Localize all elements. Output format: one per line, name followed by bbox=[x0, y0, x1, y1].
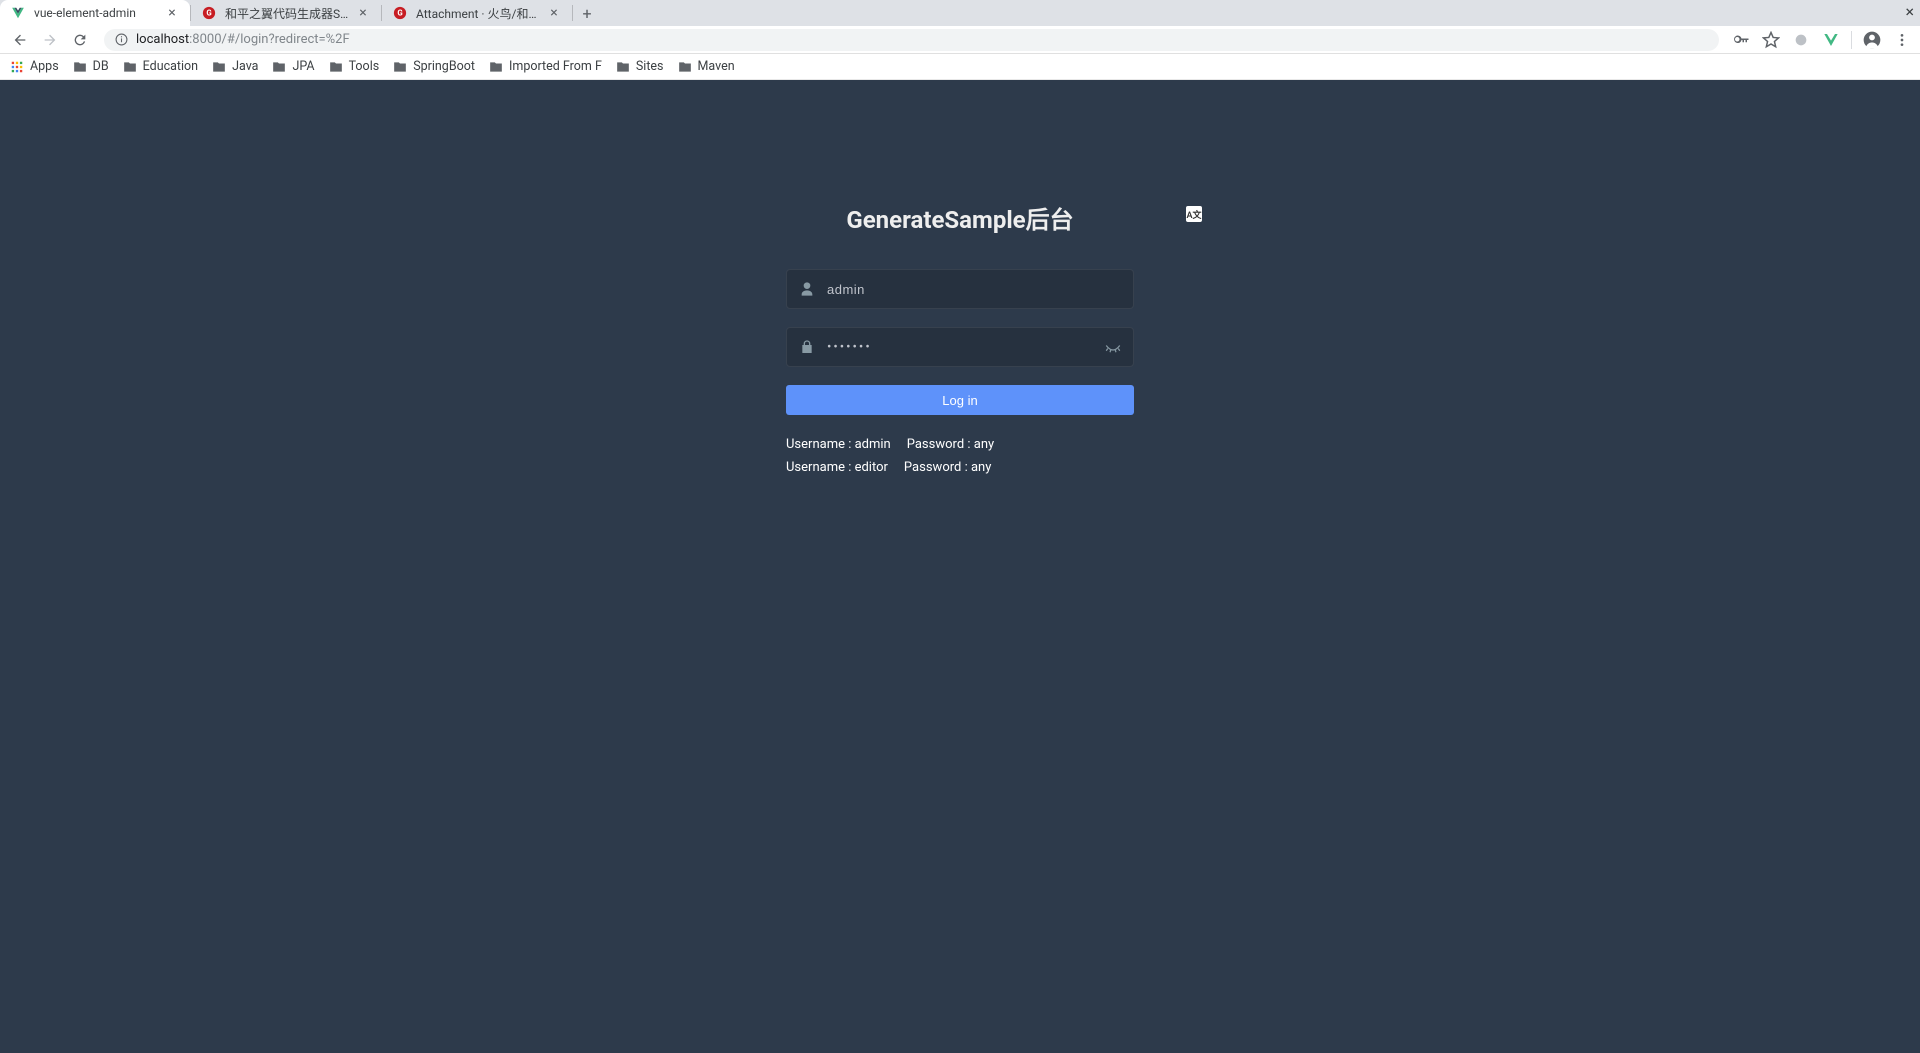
bookmark-folder-springboot[interactable]: SpringBoot bbox=[393, 59, 475, 74]
folder-icon bbox=[489, 60, 503, 74]
bookmark-label: Tools bbox=[349, 59, 380, 74]
bookmark-label: JPA bbox=[292, 59, 314, 74]
bookmark-label: Apps bbox=[30, 59, 59, 74]
folder-icon bbox=[678, 60, 692, 74]
bookmark-label: Imported From F bbox=[509, 59, 602, 74]
toolbar-separator bbox=[1851, 31, 1852, 49]
reload-button[interactable] bbox=[68, 28, 92, 52]
login-hints: Username : admin Password : any Username… bbox=[786, 437, 1134, 475]
url-path: :8000/#/login?redirect=%2F bbox=[189, 32, 350, 47]
page-content: GenerateSample后台 A文 ••••••• Log in Usern… bbox=[0, 80, 1920, 1053]
browser-toolbar: localhost:8000/#/login?redirect=%2F bbox=[0, 26, 1920, 54]
svg-text:G: G bbox=[206, 9, 211, 18]
tab-close-icon[interactable]: × bbox=[355, 5, 371, 21]
lock-icon bbox=[787, 339, 827, 355]
address-bar[interactable]: localhost:8000/#/login?redirect=%2F bbox=[104, 29, 1719, 51]
password-input[interactable]: ••••••• bbox=[827, 340, 1133, 355]
hint-username: Username : editor bbox=[786, 460, 888, 475]
username-field-wrapper bbox=[786, 269, 1134, 309]
g-favicon: G bbox=[392, 5, 408, 21]
hint-password: Password : any bbox=[907, 437, 994, 452]
browser-tab[interactable]: G 和平之翼代码生成器SMEU × bbox=[191, 0, 381, 26]
svg-text:G: G bbox=[397, 9, 402, 18]
vue-devtools-icon[interactable] bbox=[1821, 30, 1841, 50]
bookmark-folder-maven[interactable]: Maven bbox=[678, 59, 735, 74]
bookmark-apps[interactable]: Apps bbox=[10, 59, 59, 74]
language-switch-badge[interactable]: A文 bbox=[1186, 206, 1202, 222]
login-button[interactable]: Log in bbox=[786, 385, 1134, 415]
hint-password: Password : any bbox=[904, 460, 991, 475]
browser-tab[interactable]: G Attachment · 火鸟/和平之 × bbox=[382, 0, 572, 26]
bookmark-folder-jpa[interactable]: JPA bbox=[272, 59, 314, 74]
bookmark-folder-db[interactable]: DB bbox=[73, 59, 109, 74]
tab-title: 和平之翼代码生成器SMEU bbox=[225, 5, 351, 22]
forward-button[interactable] bbox=[38, 28, 62, 52]
bookmark-label: Education bbox=[143, 59, 198, 74]
key-icon[interactable] bbox=[1731, 30, 1751, 50]
bookmark-folder-java[interactable]: Java bbox=[212, 59, 258, 74]
menu-dots-icon[interactable] bbox=[1892, 30, 1912, 50]
bookmark-label: Sites bbox=[636, 59, 664, 74]
vue-favicon bbox=[10, 5, 26, 21]
bookmark-label: Java bbox=[232, 59, 258, 74]
toolbar-actions bbox=[1731, 30, 1912, 50]
eye-closed-icon[interactable] bbox=[1103, 337, 1123, 357]
bookmark-label: Maven bbox=[698, 59, 735, 74]
bookmark-star-icon[interactable] bbox=[1761, 30, 1781, 50]
tab-close-icon[interactable]: × bbox=[546, 5, 562, 21]
folder-icon bbox=[393, 60, 407, 74]
folder-icon bbox=[616, 60, 630, 74]
username-input[interactable] bbox=[827, 282, 1133, 297]
password-field-wrapper: ••••••• bbox=[786, 327, 1134, 367]
bookmarks-bar: Apps DB Education Java JPA Tools SpringB… bbox=[0, 54, 1920, 80]
folder-icon bbox=[73, 60, 87, 74]
folder-icon bbox=[272, 60, 286, 74]
folder-icon bbox=[329, 60, 343, 74]
login-title: GenerateSample后台 bbox=[786, 200, 1134, 235]
browser-tab-strip: vue-element-admin × G 和平之翼代码生成器SMEU × G … bbox=[0, 0, 1920, 26]
bookmark-folder-sites[interactable]: Sites bbox=[616, 59, 664, 74]
folder-icon bbox=[123, 60, 137, 74]
hint-row: Username : editor Password : any bbox=[786, 460, 1134, 475]
user-icon bbox=[787, 281, 827, 297]
tab-close-icon[interactable]: × bbox=[164, 5, 180, 21]
profile-avatar-icon[interactable] bbox=[1862, 30, 1882, 50]
login-form: GenerateSample后台 A文 ••••••• Log in Usern… bbox=[786, 80, 1134, 475]
new-tab-button[interactable]: + bbox=[573, 0, 601, 26]
apps-grid-icon bbox=[10, 60, 24, 74]
hint-username: Username : admin bbox=[786, 437, 891, 452]
bookmark-folder-tools[interactable]: Tools bbox=[329, 59, 380, 74]
window-close-icon[interactable]: × bbox=[1905, 2, 1914, 21]
bookmark-folder-imported[interactable]: Imported From F bbox=[489, 59, 602, 74]
url-host: localhost bbox=[136, 32, 189, 47]
extension-icon-1[interactable] bbox=[1791, 30, 1811, 50]
g-favicon: G bbox=[201, 5, 217, 21]
site-info-icon[interactable] bbox=[114, 33, 128, 47]
tab-title: vue-element-admin bbox=[34, 6, 160, 20]
hint-row: Username : admin Password : any bbox=[786, 437, 1134, 452]
bookmark-label: DB bbox=[93, 59, 109, 74]
bookmark-folder-education[interactable]: Education bbox=[123, 59, 198, 74]
folder-icon bbox=[212, 60, 226, 74]
back-button[interactable] bbox=[8, 28, 32, 52]
tab-title: Attachment · 火鸟/和平之 bbox=[416, 5, 542, 22]
browser-tab-active[interactable]: vue-element-admin × bbox=[0, 0, 190, 26]
bookmark-label: SpringBoot bbox=[413, 59, 475, 74]
